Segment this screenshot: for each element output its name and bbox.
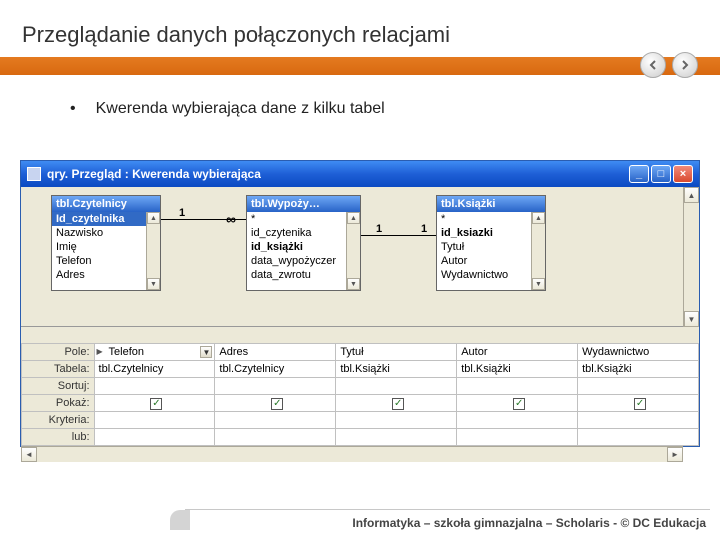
show-checkbox[interactable]: ✓	[150, 398, 162, 410]
scrollbar-v[interactable]: ▲▼	[346, 212, 360, 290]
field-item[interactable]: Nazwisko	[52, 226, 160, 240]
grid-cell[interactable]: Tytuł	[336, 344, 457, 361]
grid-row-lub: lub:	[22, 429, 699, 446]
grid-row-tabela: Tabela: tbl.Czytelnicy tbl.Czytelnicy tb…	[22, 361, 699, 378]
show-checkbox[interactable]: ✓	[513, 398, 525, 410]
table-header[interactable]: tbl.Czytelnicy	[52, 196, 160, 212]
grid-cell[interactable]: ✓	[457, 395, 578, 412]
row-selector-icon: ▶	[97, 347, 103, 356]
grid-row-sortuj: Sortuj:	[22, 378, 699, 395]
footer-decoration	[170, 510, 190, 530]
table-header[interactable]: tbl.Wypoży…	[247, 196, 360, 212]
scrollbar-v[interactable]: ▲▼	[531, 212, 545, 290]
scrollbar-v[interactable]: ▲▼	[146, 212, 160, 290]
table-box-ksiazki[interactable]: tbl.Książki * id_ksiazki Tytuł Autor Wyd…	[436, 195, 546, 291]
grid-row-kryteria: Kryteria:	[22, 412, 699, 429]
field-item[interactable]: Adres	[52, 268, 160, 282]
grid-cell[interactable]: Adres	[215, 344, 336, 361]
relation-line[interactable]	[361, 235, 436, 236]
query-icon	[27, 167, 41, 181]
grid-cell[interactable]: tbl.Książki	[336, 361, 457, 378]
qbe-grid[interactable]: Pole: ▶Telefon▼ Adres Tytuł Autor Wydawn…	[21, 343, 699, 446]
grid-cell[interactable]: ✓	[94, 395, 215, 412]
window-title: qry. Przegląd : Kwerenda wybierająca	[47, 167, 629, 181]
window-titlebar[interactable]: qry. Przegląd : Kwerenda wybierająca _ □…	[21, 161, 699, 187]
grid-label: Pokaż:	[22, 395, 95, 412]
bullet-text: •Kwerenda wybierająca dane z kilku tabel	[70, 100, 385, 118]
grid-label: Sortuj:	[22, 378, 95, 395]
footer-divider	[185, 509, 710, 510]
dropdown-icon[interactable]: ▼	[200, 346, 212, 358]
grid-cell[interactable]: tbl.Czytelnicy	[215, 361, 336, 378]
prev-slide-button[interactable]	[640, 52, 666, 78]
grid-row-pokaz: Pokaż: ✓ ✓ ✓ ✓ ✓	[22, 395, 699, 412]
field-item[interactable]: id_ksiazki	[437, 226, 545, 240]
table-box-wypozyczenia[interactable]: tbl.Wypoży… * id_czytenika id_książki da…	[246, 195, 361, 291]
relation-cardinality: 1	[179, 207, 185, 219]
field-item[interactable]: data_zwrotu	[247, 268, 360, 282]
close-button[interactable]: ×	[673, 165, 693, 183]
field-item[interactable]: Wydawnictwo	[437, 268, 545, 282]
minimize-button[interactable]: _	[629, 165, 649, 183]
field-item[interactable]: Autor	[437, 254, 545, 268]
field-item[interactable]: Telefon	[52, 254, 160, 268]
grid-label: Tabela:	[22, 361, 95, 378]
field-item[interactable]: data_wypożyczer	[247, 254, 360, 268]
query-window: qry. Przegląd : Kwerenda wybierająca _ □…	[20, 160, 700, 447]
grid-label: Pole:	[22, 344, 95, 361]
grid-label: lub:	[22, 429, 95, 446]
grid-row-pole: Pole: ▶Telefon▼ Adres Tytuł Autor Wydawn…	[22, 344, 699, 361]
grid-cell[interactable]: tbl.Książki	[578, 361, 699, 378]
grid-label: Kryteria:	[22, 412, 95, 429]
show-checkbox[interactable]: ✓	[271, 398, 283, 410]
grid-cell[interactable]: ✓	[215, 395, 336, 412]
relation-cardinality: ∞	[226, 211, 236, 227]
table-box-czytelnicy[interactable]: tbl.Czytelnicy Id_czytelnika Nazwisko Im…	[51, 195, 161, 291]
grid-cell[interactable]	[94, 378, 215, 395]
field-item[interactable]: *	[247, 212, 360, 226]
grid-cell[interactable]: tbl.Czytelnicy	[94, 361, 215, 378]
field-item[interactable]: id_czytenika	[247, 226, 360, 240]
footer-text: Informatyka – szkoła gimnazjalna – Schol…	[352, 516, 706, 530]
maximize-button[interactable]: □	[651, 165, 671, 183]
grid-cell[interactable]: Autor	[457, 344, 578, 361]
field-item[interactable]: Id_czytelnika	[52, 212, 160, 226]
pane-scrollbar-h[interactable]: ◄►	[21, 446, 683, 462]
field-item[interactable]: *	[437, 212, 545, 226]
grid-cell[interactable]: ▶Telefon▼	[94, 344, 215, 361]
relation-cardinality: 1	[421, 223, 427, 235]
slide-title: Przeglądanie danych połączonych relacjam…	[22, 22, 450, 48]
relation-cardinality: 1	[376, 223, 382, 235]
accent-bar	[0, 57, 720, 75]
relationships-pane[interactable]: tbl.Czytelnicy Id_czytelnika Nazwisko Im…	[21, 187, 699, 327]
table-header[interactable]: tbl.Książki	[437, 196, 545, 212]
grid-cell[interactable]: tbl.Książki	[457, 361, 578, 378]
grid-cell[interactable]: ✓	[336, 395, 457, 412]
field-item[interactable]: Tytuł	[437, 240, 545, 254]
grid-cell[interactable]: ✓	[578, 395, 699, 412]
field-item[interactable]: id_książki	[247, 240, 360, 254]
pane-scrollbar-v[interactable]: ▲▼	[683, 187, 699, 327]
field-item[interactable]: Imię	[52, 240, 160, 254]
show-checkbox[interactable]: ✓	[392, 398, 404, 410]
grid-cell[interactable]: Wydawnictwo	[578, 344, 699, 361]
next-slide-button[interactable]	[672, 52, 698, 78]
show-checkbox[interactable]: ✓	[634, 398, 646, 410]
